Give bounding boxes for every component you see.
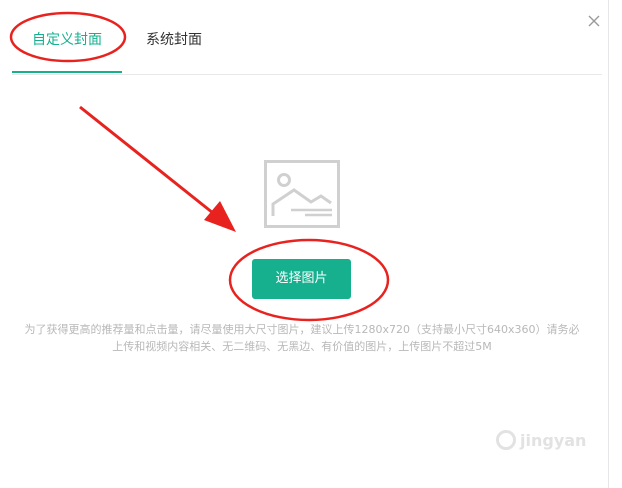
tab-bar: 自定义封面 系统封面 [12, 0, 602, 75]
upload-hint-line-2: 上传和视频内容相关、无二维码、无黑边、有价值的图片，上传图片不超过5M [112, 340, 492, 353]
upload-hint-line-1: 为了获得更高的推荐量和点击量，请尽量使用大尺寸图片，建议上传1280x720（支… [24, 323, 580, 336]
annotation-arrow-shaft [79, 105, 214, 215]
dialog-right-border [608, 0, 609, 488]
upload-hint: 为了获得更高的推荐量和点击量，请尽量使用大尺寸图片，建议上传1280x720（支… [6, 321, 598, 355]
tab-custom-cover[interactable]: 自定义封面 [32, 30, 102, 50]
select-image-button[interactable]: 选择图片 [252, 259, 351, 299]
cover-dialog: 自定义封面 系统封面 选择图片 为了获得更高的推荐量和点击量，请尽量使用大尺寸图… [0, 0, 622, 488]
watermark-text: jingyan [520, 431, 587, 450]
image-placeholder-icon [264, 160, 340, 228]
annotation-arrow-head [204, 201, 236, 232]
active-tab-indicator [12, 71, 122, 73]
watermark: jingyan [496, 428, 606, 454]
image-placeholder [264, 160, 340, 228]
tab-system-cover[interactable]: 系统封面 [146, 30, 202, 50]
watermark-icon [496, 430, 516, 450]
